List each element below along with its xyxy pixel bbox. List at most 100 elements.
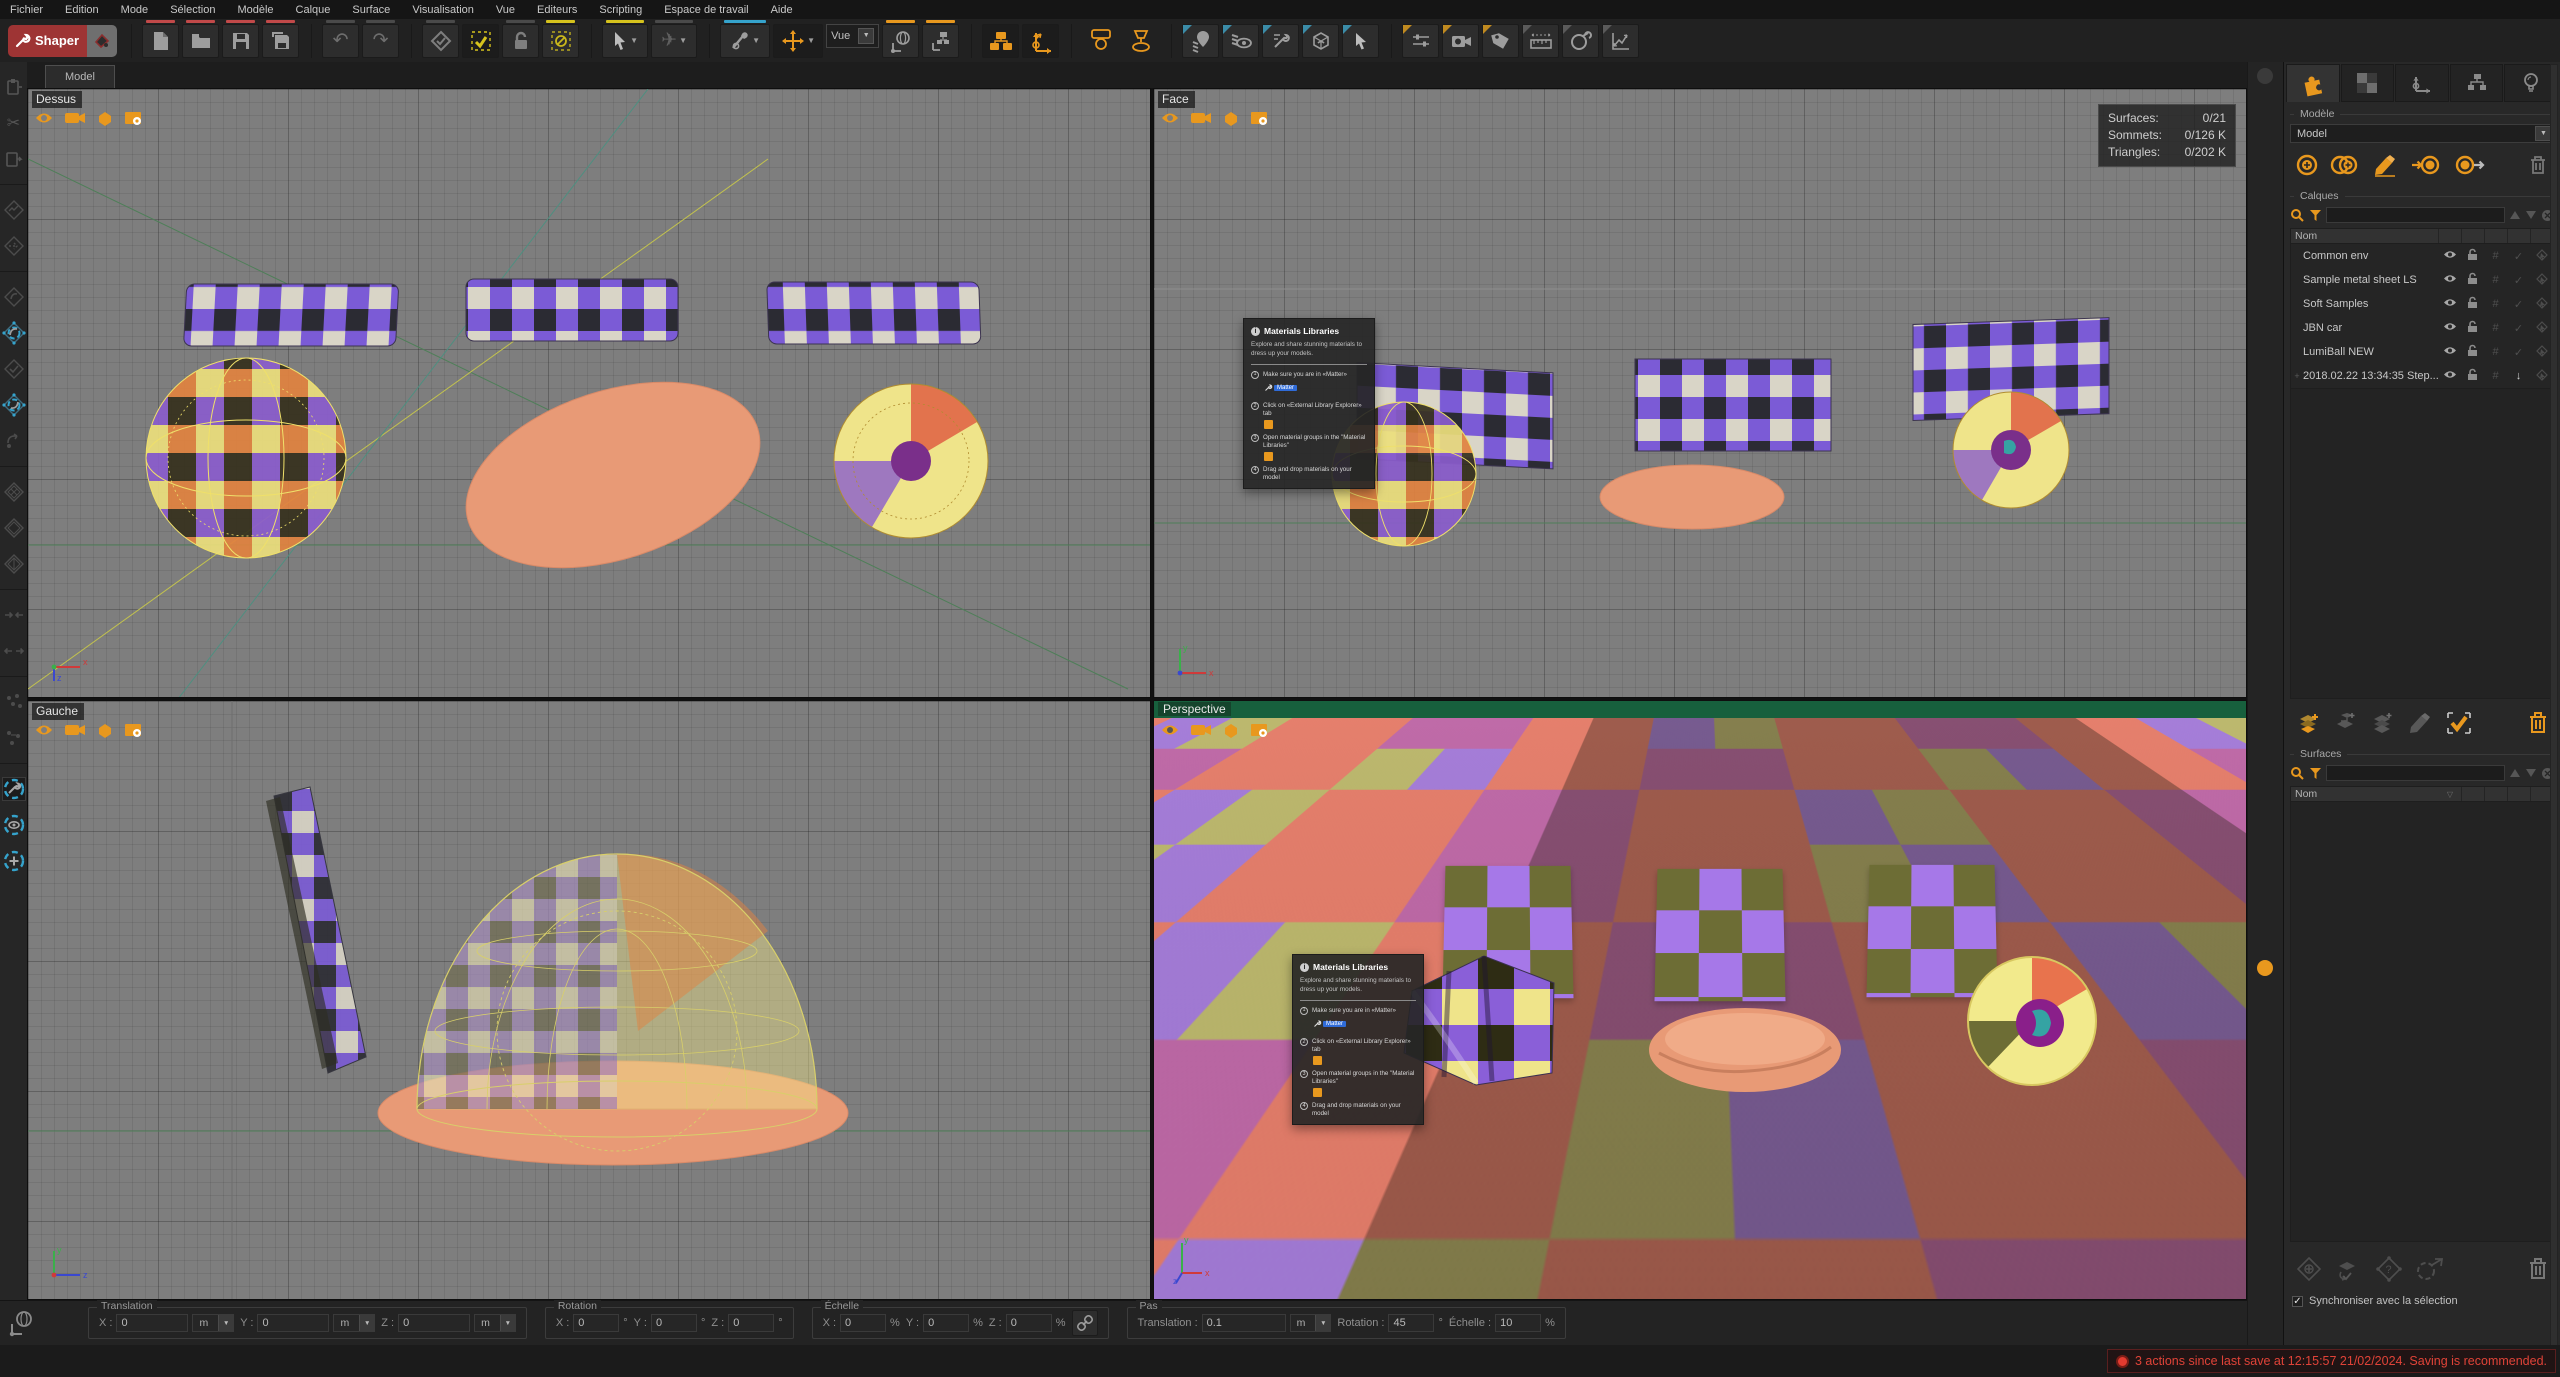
link-scale-icon[interactable] [1071, 1310, 1098, 1336]
camera-icon[interactable] [64, 111, 86, 125]
scatter-points-icon[interactable] [3, 691, 25, 713]
grid-diamond-1-icon[interactable] [3, 481, 25, 503]
move-tool-icon[interactable]: ▼ [773, 23, 824, 58]
tab-axes[interactable] [2395, 64, 2449, 102]
model-select[interactable]: Model ▼ [2290, 124, 2554, 143]
sync-checkbox[interactable]: ✓ [2292, 1295, 2303, 1307]
action-center-icon[interactable] [1, 321, 26, 345]
checker-ball-wireframe[interactable] [145, 357, 347, 559]
rotate-pivot-icon[interactable] [3, 430, 25, 452]
layer-row[interactable]: +2018.02.22 13:34:35 Step... # ↓ [2291, 364, 2553, 388]
surface-info-icon[interactable]: ? [2376, 1256, 2402, 1282]
assign-surface-icon[interactable] [2335, 1256, 2363, 1282]
visibility-icon[interactable] [2438, 274, 2461, 286]
eye-layers-icon[interactable] [1222, 23, 1260, 58]
camera-icon[interactable] [1442, 23, 1480, 58]
add-item-icon[interactable] [2296, 154, 2318, 176]
menu-surface[interactable]: Surface [352, 4, 390, 16]
scale-x-input[interactable] [840, 1314, 887, 1332]
lock-icon[interactable] [2461, 368, 2484, 384]
down-icon[interactable] [2525, 210, 2537, 220]
layer-row[interactable]: Sample metal sheet LS # ✓ [2291, 268, 2553, 292]
cursor-pick-icon[interactable] [1342, 23, 1380, 58]
detach-surface-icon[interactable] [2415, 1256, 2445, 1282]
menu-fichier[interactable]: Fichier [10, 4, 43, 16]
grid-diamond-3-icon[interactable] [3, 553, 25, 575]
orange-handle-icon[interactable] [2257, 960, 2273, 976]
blob-object[interactable] [1649, 1008, 1841, 1092]
cursor-arrow-icon[interactable]: ▼ [602, 19, 649, 58]
dig-tool-icon[interactable]: ▼ [720, 19, 771, 58]
translation-z-unit[interactable]: m ▼ [474, 1314, 516, 1332]
scale-y-input[interactable] [923, 1314, 970, 1332]
down-arrow-icon[interactable]: ↓ [2507, 370, 2530, 382]
viewport-settings-icon[interactable] [124, 723, 144, 739]
ruler-icon[interactable] [1522, 23, 1560, 58]
grid-diamond-2-icon[interactable] [3, 517, 25, 539]
visibility-icon[interactable] [2438, 346, 2461, 358]
cube-icon[interactable] [1222, 111, 1240, 127]
draped-cloth-object[interactable] [1403, 955, 1555, 1086]
search-icon[interactable] [2290, 766, 2305, 781]
add-layer-stack-icon[interactable] [2370, 711, 2394, 735]
menu-aide[interactable]: Aide [771, 4, 793, 16]
menu-edition[interactable]: Edition [65, 4, 99, 16]
layer-row[interactable]: JBN car # ✓ [2291, 316, 2553, 340]
rotation-y-input[interactable] [650, 1314, 697, 1332]
tool-wrench-circle-icon[interactable] [1, 777, 26, 801]
deselect-icon[interactable] [542, 19, 580, 58]
translation-y-unit[interactable]: m ▼ [333, 1314, 376, 1332]
folder-open-icon[interactable] [182, 19, 220, 58]
tab-shading-checker[interactable] [2340, 64, 2395, 102]
tab-model[interactable]: Model [45, 65, 115, 88]
layers-search-input[interactable] [2326, 207, 2505, 223]
new-surface-icon[interactable] [2296, 1256, 2322, 1282]
delete-icon[interactable] [2528, 154, 2548, 176]
sketch-diamond-icon[interactable] [3, 199, 25, 221]
index-icon[interactable]: # [2484, 274, 2507, 286]
globe-axes-icon[interactable] [882, 19, 920, 58]
action-undo-diamond-icon[interactable] [3, 286, 25, 308]
plank-object[interactable] [266, 786, 367, 1074]
camera-icon[interactable] [64, 723, 86, 737]
tool-add-circle-icon[interactable] [3, 850, 25, 872]
sliders-icon[interactable] [1402, 23, 1440, 58]
rotation-x-input[interactable] [573, 1314, 620, 1332]
tab-items-puzzle[interactable] [2286, 64, 2340, 102]
graph-icon[interactable] [1602, 23, 1640, 58]
world-axes-icon[interactable] [0, 1310, 42, 1337]
panel-handle-icon[interactable] [2257, 68, 2273, 84]
visibility-icon[interactable] [2438, 370, 2461, 382]
scatter-move-icon[interactable] [3, 727, 25, 749]
add-child-layer-icon[interactable] [2333, 711, 2357, 735]
up-icon[interactable] [2509, 210, 2521, 220]
lamp-top-icon[interactable] [1122, 24, 1159, 58]
menu-espace-de-travail[interactable]: Espace de travail [664, 4, 748, 16]
file-new-icon[interactable] [142, 19, 180, 58]
delete-surface-icon[interactable] [2528, 1257, 2548, 1281]
menu-selection[interactable]: Sélection [170, 4, 215, 16]
delete-layer-icon[interactable] [2528, 711, 2548, 735]
cut-icon[interactable]: ✂ [3, 112, 25, 134]
collapsed-panel-strip[interactable] [2247, 62, 2283, 1345]
down-icon[interactable] [2525, 768, 2537, 778]
surfaces-search-input[interactable] [2326, 765, 2505, 781]
menu-visualisation[interactable]: Visualisation [412, 4, 474, 16]
materials-libraries-popup[interactable]: i Materials Libraries Explore and share s… [1243, 318, 1375, 490]
translation-y-input[interactable] [257, 1314, 330, 1332]
lock-icon[interactable] [2461, 344, 2484, 360]
check-icon[interactable]: ✓ [2507, 250, 2530, 263]
schema-check-icon[interactable] [422, 19, 460, 58]
save-icon[interactable] [222, 19, 260, 58]
check-icon[interactable]: ✓ [2507, 346, 2530, 359]
add-layer-icon[interactable] [2296, 711, 2320, 735]
viewport-front[interactable]: Face Surfaces: 0/21 Sommets: 0/126 K Trian… [1153, 88, 2247, 698]
translation-x-unit[interactable]: m ▼ [192, 1314, 235, 1332]
step-scale-input[interactable] [1495, 1314, 1542, 1332]
layer-row[interactable]: Common env # ✓ [2291, 244, 2553, 268]
step-rotation-input[interactable] [1388, 1314, 1435, 1332]
viewport-left[interactable]: Gauche z y [27, 700, 1151, 1300]
undo-icon[interactable]: ↶ [322, 19, 360, 58]
viewport-settings-icon[interactable] [1250, 723, 1270, 739]
lock-icon[interactable] [2461, 320, 2484, 336]
